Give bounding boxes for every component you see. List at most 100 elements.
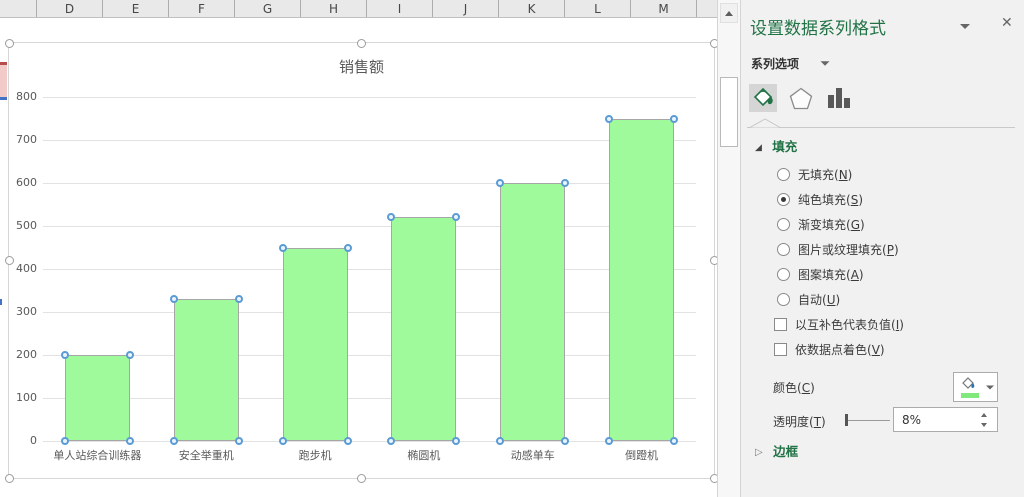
bar-chart-icon [828, 88, 850, 108]
series-options-dropdown[interactable]: 系列选项 [751, 55, 799, 72]
datapoint-handle[interactable] [496, 437, 505, 445]
y-axis-tick-label: 100 [16, 391, 37, 404]
datapoint-handle[interactable] [343, 243, 352, 252]
y-axis-tick-label: 200 [16, 348, 37, 361]
column-header-filler [697, 0, 717, 17]
radio-button[interactable] [777, 168, 790, 181]
radio-option[interactable]: 纯色填充(S) [741, 187, 1024, 212]
column-header-stub [0, 0, 37, 17]
spinner-up-icon[interactable] [981, 413, 987, 417]
pane-title: 设置数据系列格式 [750, 19, 886, 39]
chart-bar[interactable] [609, 118, 675, 441]
chevron-down-icon[interactable] [820, 61, 830, 66]
excel-window: DEFGHIJKLM 销售额 0 100 200 300 400 500 600 700 800… [0, 0, 1024, 497]
spinner-down-icon[interactable] [981, 423, 987, 427]
tab-effects[interactable] [788, 85, 814, 111]
tab-fill-line[interactable] [749, 84, 777, 112]
column-header-H[interactable]: H [301, 0, 367, 17]
radio-option-label: 自动(U) [798, 293, 841, 307]
checkbox[interactable] [774, 318, 787, 331]
color-label: 颜色(C) [773, 381, 815, 395]
chart-container[interactable]: 销售额 0 100 200 300 400 500 600 700 800 单人站综合训练器 安全举… [4, 38, 719, 483]
y-axis-tick-label: 0 [30, 434, 37, 447]
chart-bar[interactable] [391, 217, 457, 441]
selection-handle[interactable] [357, 38, 366, 48]
gridline [43, 183, 696, 184]
datapoint-handle[interactable] [234, 437, 243, 445]
selection-handle[interactable] [4, 38, 14, 48]
selection-handle[interactable] [4, 473, 14, 483]
chart-bar[interactable] [282, 247, 348, 441]
datapoint-handle[interactable] [670, 114, 679, 123]
column-header-D[interactable]: D [37, 0, 103, 17]
chart-bar[interactable] [64, 355, 130, 441]
datapoint-handle[interactable] [343, 437, 352, 445]
chart-title[interactable]: 销售额 [9, 56, 714, 77]
chart-bar[interactable] [500, 183, 566, 441]
datapoint-handle[interactable] [278, 437, 287, 445]
datapoint-handle[interactable] [278, 243, 287, 252]
y-axis-tick-label: 500 [16, 219, 37, 232]
radio-button[interactable] [777, 218, 790, 231]
scroll-up-button[interactable] [720, 3, 738, 23]
column-header-I[interactable]: I [367, 0, 433, 17]
column-header-L[interactable]: L [565, 0, 631, 17]
selection-handle[interactable] [4, 256, 14, 265]
close-icon[interactable]: ✕ [1001, 16, 1013, 30]
radio-button[interactable] [777, 193, 790, 206]
datapoint-handle[interactable] [605, 437, 614, 445]
checkbox[interactable] [774, 343, 787, 356]
section-border-header[interactable]: ▷ 边框 [755, 441, 798, 460]
datapoint-handle[interactable] [452, 213, 461, 222]
pane-dropdown-icon[interactable] [960, 24, 970, 29]
column-header-M[interactable]: M [631, 0, 697, 17]
section-fill-header[interactable]: ◢ 填充 [755, 136, 797, 155]
radio-option[interactable]: 渐变填充(G) [741, 212, 1024, 237]
checkbox-option[interactable]: 以互补色代表负值(I) [741, 312, 1024, 337]
radio-option-label: 无填充(N) [798, 168, 853, 182]
radio-option[interactable]: 图案填充(A) [741, 262, 1024, 287]
radio-option[interactable]: 图片或纹理填充(P) [741, 237, 1024, 262]
column-header-K[interactable]: K [499, 0, 565, 17]
column-header-J[interactable]: J [433, 0, 499, 17]
radio-option[interactable]: 无填充(N) [741, 162, 1024, 187]
datapoint-handle[interactable] [452, 437, 461, 445]
transparency-slider-track[interactable] [848, 420, 890, 421]
datapoint-handle[interactable] [125, 437, 134, 445]
x-axis-category-label: 椭圆机 [407, 449, 441, 462]
radio-option[interactable]: 自动(U) [741, 287, 1024, 312]
datapoint-handle[interactable] [387, 437, 396, 445]
tab-series-options[interactable] [827, 87, 851, 109]
datapoint-handle[interactable] [125, 351, 134, 359]
y-axis-tick-label: 700 [16, 133, 37, 146]
selection-handle[interactable] [357, 473, 366, 483]
column-header-E[interactable]: E [103, 0, 169, 17]
chevron-down-icon[interactable] [986, 385, 994, 390]
datapoint-handle[interactable] [561, 179, 570, 187]
datapoint-handle[interactable] [670, 437, 679, 445]
paint-bucket-icon [753, 87, 773, 107]
gridline [43, 226, 696, 227]
x-axis-category-label: 单人站综合训练器 [53, 449, 142, 462]
gridline [43, 398, 696, 399]
checkbox-option[interactable]: 依数据点着色(V) [741, 337, 1024, 362]
scrollbar-thumb[interactable] [720, 77, 738, 147]
datapoint-handle[interactable] [169, 437, 178, 445]
datapoint-handle[interactable] [561, 437, 570, 445]
datapoint-handle[interactable] [169, 295, 178, 304]
radio-button[interactable] [777, 243, 790, 256]
radio-button[interactable] [777, 293, 790, 306]
column-header-F[interactable]: F [169, 0, 235, 17]
datapoint-handle[interactable] [234, 295, 243, 304]
datapoint-handle[interactable] [60, 437, 69, 445]
transparency-label: 透明度(T) [773, 415, 826, 429]
radio-option-label: 图案填充(A) [798, 268, 864, 282]
datapoint-handle[interactable] [60, 351, 69, 359]
radio-button[interactable] [777, 268, 790, 281]
chart-bar[interactable] [173, 299, 239, 441]
vertical-scrollbar[interactable] [717, 0, 740, 497]
column-header-G[interactable]: G [235, 0, 301, 17]
fill-color-button[interactable] [953, 372, 998, 402]
datapoint-handle[interactable] [605, 114, 614, 123]
transparency-input[interactable]: 8% [893, 407, 998, 432]
